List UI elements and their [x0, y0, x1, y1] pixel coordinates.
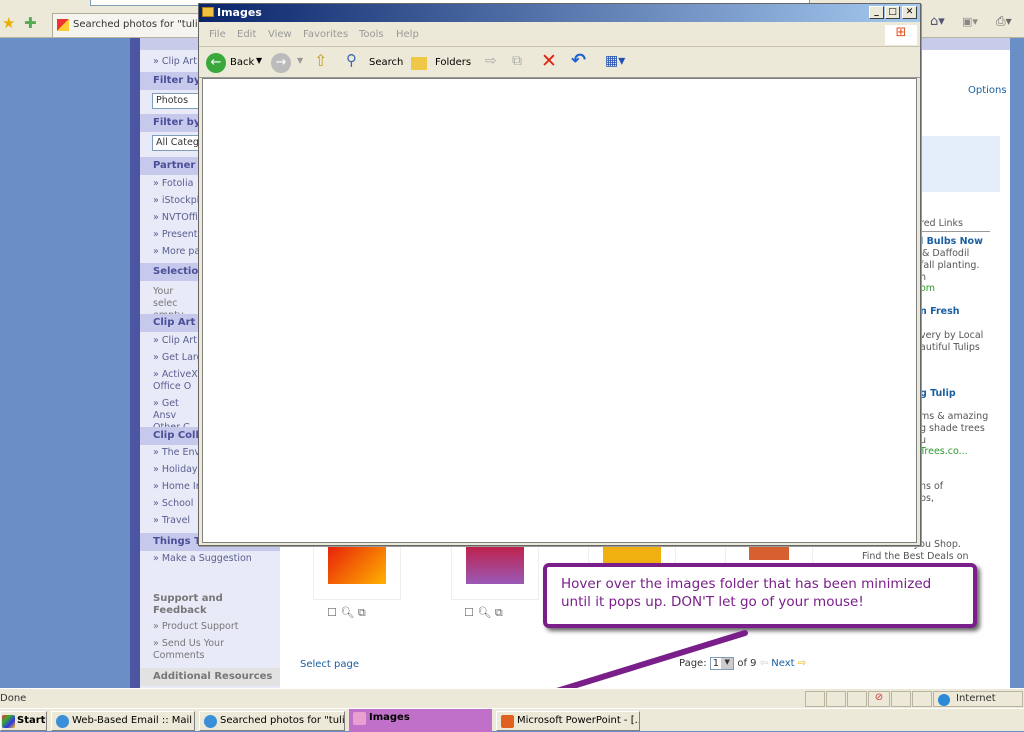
taskbar-label: Web-Based Email :: Mail ... [72, 715, 195, 726]
status-cell [805, 691, 825, 707]
callout-arrow [488, 630, 748, 716]
taskbar-label: Microsoft PowerPoint - [... [517, 715, 640, 726]
taskbar-item-photos[interactable]: Searched photos for "tuli... [199, 711, 345, 731]
ie-icon [56, 715, 69, 728]
folder-icon [353, 712, 366, 725]
popup-blocker-icon[interactable]: ⊘ [868, 691, 890, 707]
taskbar-item-email[interactable]: Web-Based Email :: Mail ... [51, 711, 195, 731]
status-bar: Done ⊘ Internet [0, 688, 1024, 708]
status-cell [847, 691, 867, 707]
start-label: Start [17, 715, 46, 726]
zone-label: Internet [956, 693, 996, 704]
status-text: Done [0, 693, 27, 704]
windows-flag-icon [2, 715, 15, 728]
zone-indicator[interactable]: Internet [933, 691, 1023, 707]
status-cell [912, 691, 932, 707]
ie-icon [204, 715, 217, 728]
status-cell [826, 691, 846, 707]
powerpoint-icon [501, 715, 514, 728]
taskbar: Start Web-Based Email :: Mail ... Search… [0, 708, 1024, 732]
status-cell [891, 691, 911, 707]
globe-icon [938, 694, 950, 706]
taskbar-item-powerpoint[interactable]: Microsoft PowerPoint - [... [496, 711, 640, 731]
taskbar-item-images[interactable]: Images [349, 709, 492, 732]
start-button[interactable]: Start [0, 711, 47, 731]
taskbar-label: Images [369, 712, 410, 723]
taskbar-label: Searched photos for "tuli... [220, 715, 345, 726]
